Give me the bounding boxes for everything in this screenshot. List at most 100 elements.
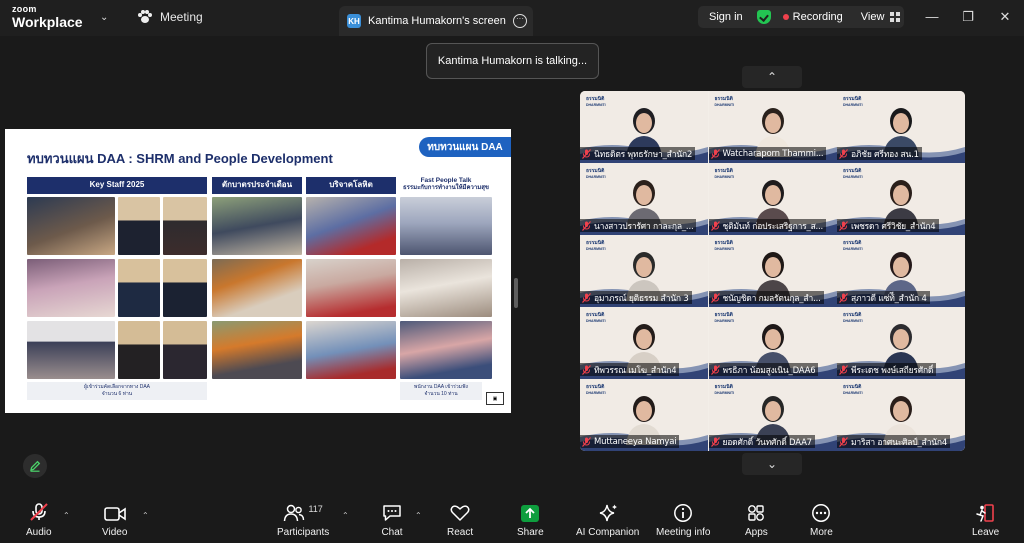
audio-label: Audio (26, 527, 52, 538)
restore-icon[interactable]: ❐ (960, 9, 976, 25)
brand-logo: ธรรมนิติ DHARMNITI (843, 96, 863, 108)
shield-icon[interactable] (756, 10, 771, 24)
participant-tile[interactable]: ธรรมนิติ DHARMNITI ชุติมันท์ ก่อประเสริฐกา… (708, 163, 837, 235)
chat-bubble-icon (383, 505, 401, 521)
more-button[interactable]: More (810, 503, 833, 538)
participant-tile[interactable]: ธรรมนิติ DHARMNITI พีระเดช พงษ์เสถียรศักดิ… (837, 307, 965, 379)
column-header-talk-line2: ธรรมะกับการทำงานให้มีความสุข (403, 185, 489, 192)
participant-name-bar: ชุติมันท์ ก่อประเสริฐการ_ส... (708, 219, 827, 232)
brand-logo: ธรรมนิติ DHARMNITI (715, 168, 735, 180)
shared-screen-content: ทบทวนแผน DAA : SHRM and People Developme… (5, 129, 511, 413)
split-view-handle[interactable] (514, 278, 518, 308)
participants-count: 117 (308, 504, 323, 514)
annotate-pencil-button[interactable] (23, 454, 47, 478)
brand-logo: ธรรมนิติ DHARMNITI (843, 384, 863, 396)
participant-name: อภิชัย ศรีทอง สน.1 (851, 149, 919, 160)
meeting-info-button[interactable]: Meeting info (656, 503, 710, 538)
caption-talk-line2: จำนวน 10 ท่าน (424, 391, 458, 397)
grid-icon[interactable] (890, 12, 901, 22)
participant-tile[interactable]: ธรรมนิติ DHARMNITI นางสาวปรารัศา กาละกุล_.… (580, 163, 708, 235)
audio-button[interactable]: Audio (26, 503, 52, 538)
ai-companion-button[interactable]: AI Companion (576, 503, 639, 538)
share-button[interactable]: Share (517, 503, 544, 538)
brand-logo: ธรรมนิติ DHARMNITI (843, 168, 863, 180)
minimize-icon[interactable]: — (924, 9, 940, 24)
shared-screen-tab[interactable]: KH Kantima Humakorn's screen ··· (339, 6, 533, 36)
react-button[interactable]: React (447, 503, 473, 538)
meeting-toolbar: Audio ⌃ Video ⌃ 117 Participants ⌃ Chat … (0, 497, 1024, 543)
more-label: More (810, 527, 833, 538)
microphone-muted-icon (710, 292, 720, 303)
microphone-muted-icon (710, 220, 720, 231)
participant-tile[interactable]: ธรรมนิติ DHARMNITI สุภาวดี แซ่ท้ี_สำนัก 4 (837, 235, 965, 307)
photo (306, 321, 396, 379)
participant-name-bar: อุมาภรณ์ ยุติธรรม สำนัก 3 (580, 291, 692, 304)
brand-logo-line2: DHARMNITI (843, 175, 863, 179)
view-button[interactable]: View (861, 11, 885, 23)
brand-logo: ธรรมนิติ DHARMNITI (586, 384, 606, 396)
photo (400, 259, 492, 317)
participant-name-bar: นางสาวปรารัศา กาละกุล_... (580, 219, 697, 232)
brand-logo-line2: DHARMNITI (586, 391, 606, 395)
close-icon[interactable]: ✕ (997, 9, 1013, 25)
zoom-logo[interactable]: zoom Workplace (12, 5, 83, 30)
brand-logo-line2: DHARMNITI (843, 103, 863, 107)
brand-logo: ธรรมนิติ DHARMNITI (715, 312, 735, 324)
leave-button[interactable]: Leave (972, 503, 999, 538)
brand-logo: ธรรมนิติ DHARMNITI (715, 384, 735, 396)
participants-button[interactable]: 117 Participants (277, 503, 329, 538)
recording-label[interactable]: Recording (793, 11, 843, 23)
participant-name-bar: พรธิภา น้อมสูงเนิน_DAA6 (708, 363, 819, 376)
photo (400, 321, 492, 379)
meeting-tab[interactable]: Meeting (138, 10, 203, 24)
video-label: Video (102, 527, 128, 538)
participant-name-bar: อภิชัย ศรีทอง สน.1 (837, 147, 922, 160)
chat-options-caret-icon[interactable]: ⌃ (415, 511, 422, 520)
microphone-muted-icon (839, 364, 848, 375)
apps-button[interactable]: Apps (745, 503, 768, 538)
sign-in-button[interactable]: Sign in (709, 11, 743, 23)
leave-label: Leave (972, 527, 1000, 538)
column-header-blood: บริจาคโลหิต (306, 177, 396, 194)
participant-tile[interactable]: ธรรมนิติ DHARMNITI มาริสา อาศนะศิลป์_สำนัก… (837, 379, 965, 451)
more-options-icon[interactable]: ··· (513, 14, 527, 28)
photo (118, 197, 160, 255)
participant-name-bar: Watcharaporn Thammi... (708, 147, 827, 160)
brand-logo-line2: DHARMNITI (586, 103, 606, 107)
chevron-down-icon[interactable]: ⌄ (100, 12, 108, 23)
share-screen-icon (521, 505, 540, 522)
video-button[interactable]: Video (102, 503, 127, 538)
participant-tile[interactable]: ธรรมนิติ DHARMNITI ยอดศักดิ์ วันทศักดิ์ DA… (708, 379, 837, 451)
participant-tile[interactable]: ธรรมนิติ DHARMNITI อุมาภรณ์ ยุติธรรม สำนัก… (580, 235, 708, 307)
gallery-scroll-up-button[interactable]: ⌃ (742, 66, 802, 88)
participants-options-caret-icon[interactable]: ⌃ (342, 511, 349, 520)
participant-tile[interactable]: ธรรมนิติ DHARMNITI เพชรดา ศรีวิชัย_สำนัก4 (837, 163, 965, 235)
participant-tile[interactable]: ธรรมนิติ DHARMNITI นิทธดิตร พุทธรักษา_สำนั… (580, 91, 708, 163)
brand-logo-line2: DHARMNITI (714, 391, 735, 395)
participant-name: พรธิภา น้อมสูงเนิน_DAA6 (722, 365, 816, 376)
participant-tile[interactable]: ธรรมนิติ DHARMNITI อภิชัย ศรีทอง สน.1 (837, 91, 965, 163)
participants-label: Participants (277, 527, 330, 538)
photo (212, 259, 302, 317)
gallery-scroll-down-button[interactable]: ⌄ (742, 453, 802, 475)
participant-name-bar: ทิพวรรณ เมโฆ_สำนัก4 (580, 363, 680, 376)
participant-tile[interactable]: ธรรมนิติ DHARMNITI ทิพวรรณ เมโฆ_สำนัก4 (580, 307, 708, 379)
participant-tile[interactable]: ธรรมนิติ DHARMNITI Watcharaporn Thammi... (708, 91, 837, 163)
audio-options-caret-icon[interactable]: ⌃ (63, 511, 70, 520)
chat-button[interactable]: Chat (381, 503, 403, 538)
participant-tile[interactable]: ธรรมนิติ DHARMNITI Muttaneeya Namyai (580, 379, 708, 451)
heart-icon (450, 505, 470, 521)
participant-name: ยอดศักดิ์ วันทศักดิ์ DAA7 (722, 437, 812, 448)
participant-name-bar: นิทธดิตร พุทธรักษา_สำนัก2 (580, 147, 696, 160)
photo (27, 259, 115, 317)
microphone-muted-icon (839, 292, 848, 303)
slide-title: ทบทวนแผน DAA : SHRM and People Developme… (27, 151, 333, 166)
photo (163, 197, 207, 255)
video-options-caret-icon[interactable]: ⌃ (142, 511, 149, 520)
microphone-muted-icon (710, 436, 720, 447)
microphone-muted-icon (839, 148, 848, 159)
caption-key-staff: ผู้เข้าร่วมคัดเลือกจากทาง DAA จำนวน 6 ท่… (27, 382, 207, 400)
slide-logo: ▣ (486, 392, 504, 405)
participant-tile[interactable]: ธรรมนิติ DHARMNITI ชนัญชิดา กมลรัตนกุล_สำ.… (708, 235, 837, 307)
participant-tile[interactable]: ธรรมนิติ DHARMNITI พรธิภา น้อมสูงเนิน_DAA6 (708, 307, 837, 379)
